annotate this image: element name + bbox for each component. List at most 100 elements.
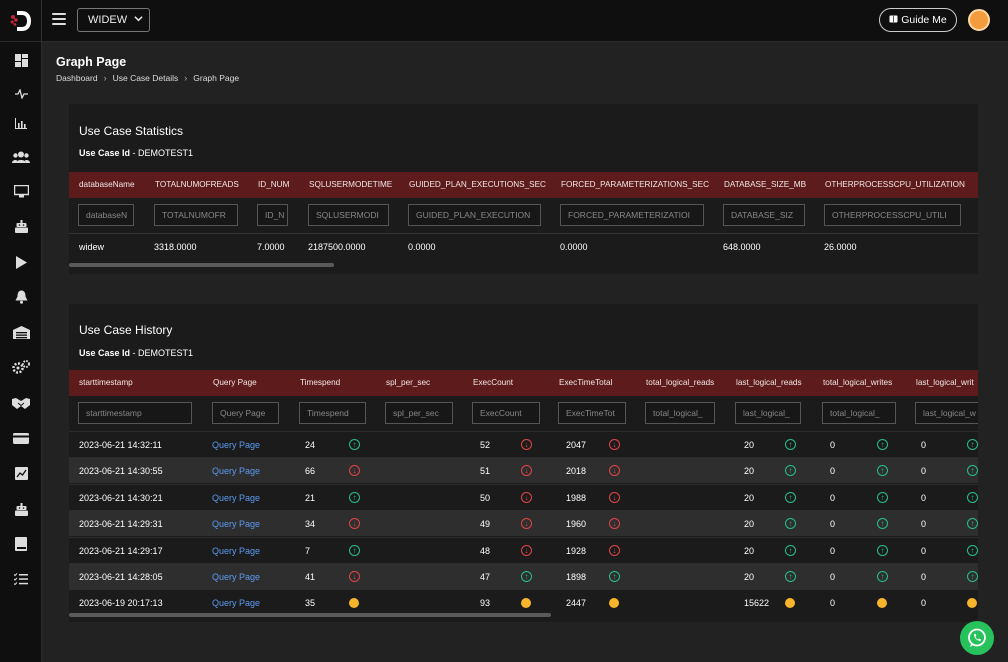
arrow-down-icon: ↓ — [521, 439, 532, 450]
filter-input[interactable]: DATABASE_SIZ — [723, 204, 805, 226]
query-page-link[interactable]: Query Page — [212, 564, 260, 590]
handshake-icon[interactable] — [11, 393, 31, 413]
column-header[interactable]: GUIDED_PLAN_EXECUTIONS_SEC — [409, 172, 546, 198]
arrow-up-icon: ↑ — [877, 544, 888, 556]
guide-me-button[interactable]: Guide Me — [879, 8, 957, 32]
column-header[interactable]: ExecTimeTotal — [559, 370, 612, 396]
query-page-link[interactable]: Query Page — [212, 511, 260, 537]
column-header[interactable]: OTHERPROCESSCPU_UTILIZATION — [825, 172, 965, 198]
query-page-link[interactable]: Query Page — [212, 485, 260, 511]
column-header[interactable]: starttimestamp — [79, 370, 133, 396]
table-cell: 35 — [305, 598, 316, 609]
table-cell: 648.0000 — [723, 242, 761, 252]
filter-input[interactable]: total_logical_ — [645, 402, 715, 424]
image-chart-icon[interactable] — [11, 463, 31, 483]
arrow-up-icon: ↑ — [349, 491, 360, 503]
arrow-up-icon: ↑ — [967, 571, 978, 582]
whatsapp-icon — [968, 628, 986, 647]
filter-input[interactable]: Timespend — [299, 402, 366, 424]
bar-chart-icon[interactable] — [11, 113, 31, 133]
table-row: 2023-06-21 14:28:05 Query Page 41 ↓ 47 ↑ 1898 ↑… — [69, 563, 978, 589]
column-header[interactable]: databaseName — [79, 172, 135, 198]
statistics-header-row: databaseName TOTALNUMOFREADS ID_NUM SQLU… — [69, 172, 978, 198]
arrow-up-icon: ↑ — [967, 518, 978, 530]
dashboard-icon[interactable] — [11, 50, 31, 70]
column-header[interactable]: last_logical_writ — [916, 370, 974, 396]
column-header[interactable]: ID_NUM — [258, 172, 289, 198]
filter-input[interactable]: ExecCount — [472, 402, 540, 424]
history-header-row: starttimestamp Query Page Timespend spl_… — [69, 370, 978, 396]
filter-input[interactable]: starttimestamp — [78, 402, 192, 424]
query-page-link[interactable]: Query Page — [212, 432, 260, 458]
arrow-up-icon: ↑ — [967, 491, 978, 503]
column-header[interactable]: Query Page — [213, 370, 257, 396]
play-icon[interactable] — [11, 252, 31, 272]
column-header[interactable]: total_logical_writes — [823, 370, 892, 396]
table-cell: 20 — [744, 572, 755, 582]
statistics-scrollbar[interactable] — [69, 263, 334, 267]
arrow-up-icon: ↑ — [785, 439, 796, 450]
filter-input[interactable]: last_logical_ — [735, 402, 801, 424]
column-header[interactable]: DATABASE_SIZE_MB — [724, 172, 806, 198]
chevron-down-icon — [134, 14, 143, 25]
app-logo[interactable] — [0, 0, 42, 42]
history-scrollbar[interactable] — [69, 613, 551, 617]
table-cell: 24 — [305, 440, 316, 450]
bot-icon[interactable] — [11, 216, 31, 236]
warehouse-icon[interactable] — [11, 322, 31, 342]
breadcrumb-dashboard[interactable]: Dashboard — [56, 73, 98, 83]
menu-toggle-icon[interactable] — [52, 13, 66, 25]
column-header[interactable]: Timespend — [300, 370, 340, 396]
filter-input[interactable]: FORCED_PARAMETERIZATIOI — [560, 204, 704, 226]
column-header[interactable]: SQLUSERMODETIME — [309, 172, 392, 198]
table-cell: 1960 — [566, 519, 587, 530]
filter-input[interactable]: TOTALNUMOFR — [154, 204, 238, 226]
whatsapp-chat-button[interactable] — [960, 621, 994, 655]
table-cell: 0 — [830, 545, 836, 556]
bot-alt-icon[interactable] — [11, 499, 31, 519]
arrow-down-icon: ↓ — [521, 518, 532, 530]
query-page-link[interactable]: Query Page — [212, 590, 260, 612]
filter-input[interactable]: total_logical_ — [822, 402, 896, 424]
filter-input[interactable]: SQLUSERMODI — [308, 204, 389, 226]
filter-input[interactable]: databaseN — [78, 204, 134, 226]
column-header[interactable]: total_logical_reads — [646, 370, 714, 396]
breadcrumb-use-case-details[interactable]: Use Case Details — [113, 73, 179, 83]
gears-icon[interactable] — [11, 357, 31, 377]
table-cell: 2023-06-21 14:30:21 — [79, 492, 163, 503]
query-page-link[interactable]: Query Page — [212, 538, 260, 564]
database-select-value: WIDEW — [88, 14, 128, 26]
column-header[interactable]: FORCED_PARAMETERIZATIONS_SEC — [561, 172, 709, 198]
column-header[interactable]: TOTALNUMOFREADS — [155, 172, 239, 198]
filter-input[interactable]: GUIDED_PLAN_EXECUTION — [408, 204, 541, 226]
filter-input[interactable]: ExecTimeTot — [558, 402, 626, 424]
neutral-dot-icon — [349, 598, 359, 609]
arrow-up-icon: ↑ — [785, 465, 796, 477]
pulse-icon[interactable] — [11, 84, 31, 104]
database-select[interactable]: WIDEW — [77, 8, 150, 32]
checklist-icon[interactable] — [11, 569, 31, 589]
arrow-up-icon: ↑ — [877, 518, 888, 530]
bell-icon[interactable] — [11, 287, 31, 307]
history-table: starttimestamp Query Page Timespend spl_… — [69, 370, 978, 612]
user-avatar[interactable] — [968, 9, 990, 31]
guide-book-icon — [889, 14, 898, 26]
column-header[interactable]: last_logical_reads — [736, 370, 802, 396]
query-page-link[interactable]: Query Page — [212, 458, 260, 484]
book-icon[interactable] — [11, 534, 31, 554]
arrow-down-icon: ↓ — [609, 518, 620, 530]
filter-input[interactable]: spl_per_sec — [385, 402, 453, 424]
arrow-down-icon: ↓ — [609, 544, 620, 556]
filter-input[interactable]: last_logical_w — [915, 402, 978, 424]
column-header[interactable]: ExecCount — [473, 370, 513, 396]
card-icon[interactable] — [11, 428, 31, 448]
users-icon[interactable] — [11, 147, 31, 167]
filter-input[interactable]: OTHERPROCESSCPU_UTILI — [824, 204, 961, 226]
table-cell: 7 — [305, 545, 311, 556]
chevron-right-icon: › — [184, 73, 188, 83]
monitor-icon[interactable] — [11, 181, 31, 201]
filter-input[interactable]: Query Page — [212, 402, 279, 424]
column-header[interactable]: spl_per_sec — [386, 370, 430, 396]
arrow-up-icon: ↑ — [877, 465, 888, 477]
filter-input[interactable]: ID_N — [257, 204, 288, 226]
